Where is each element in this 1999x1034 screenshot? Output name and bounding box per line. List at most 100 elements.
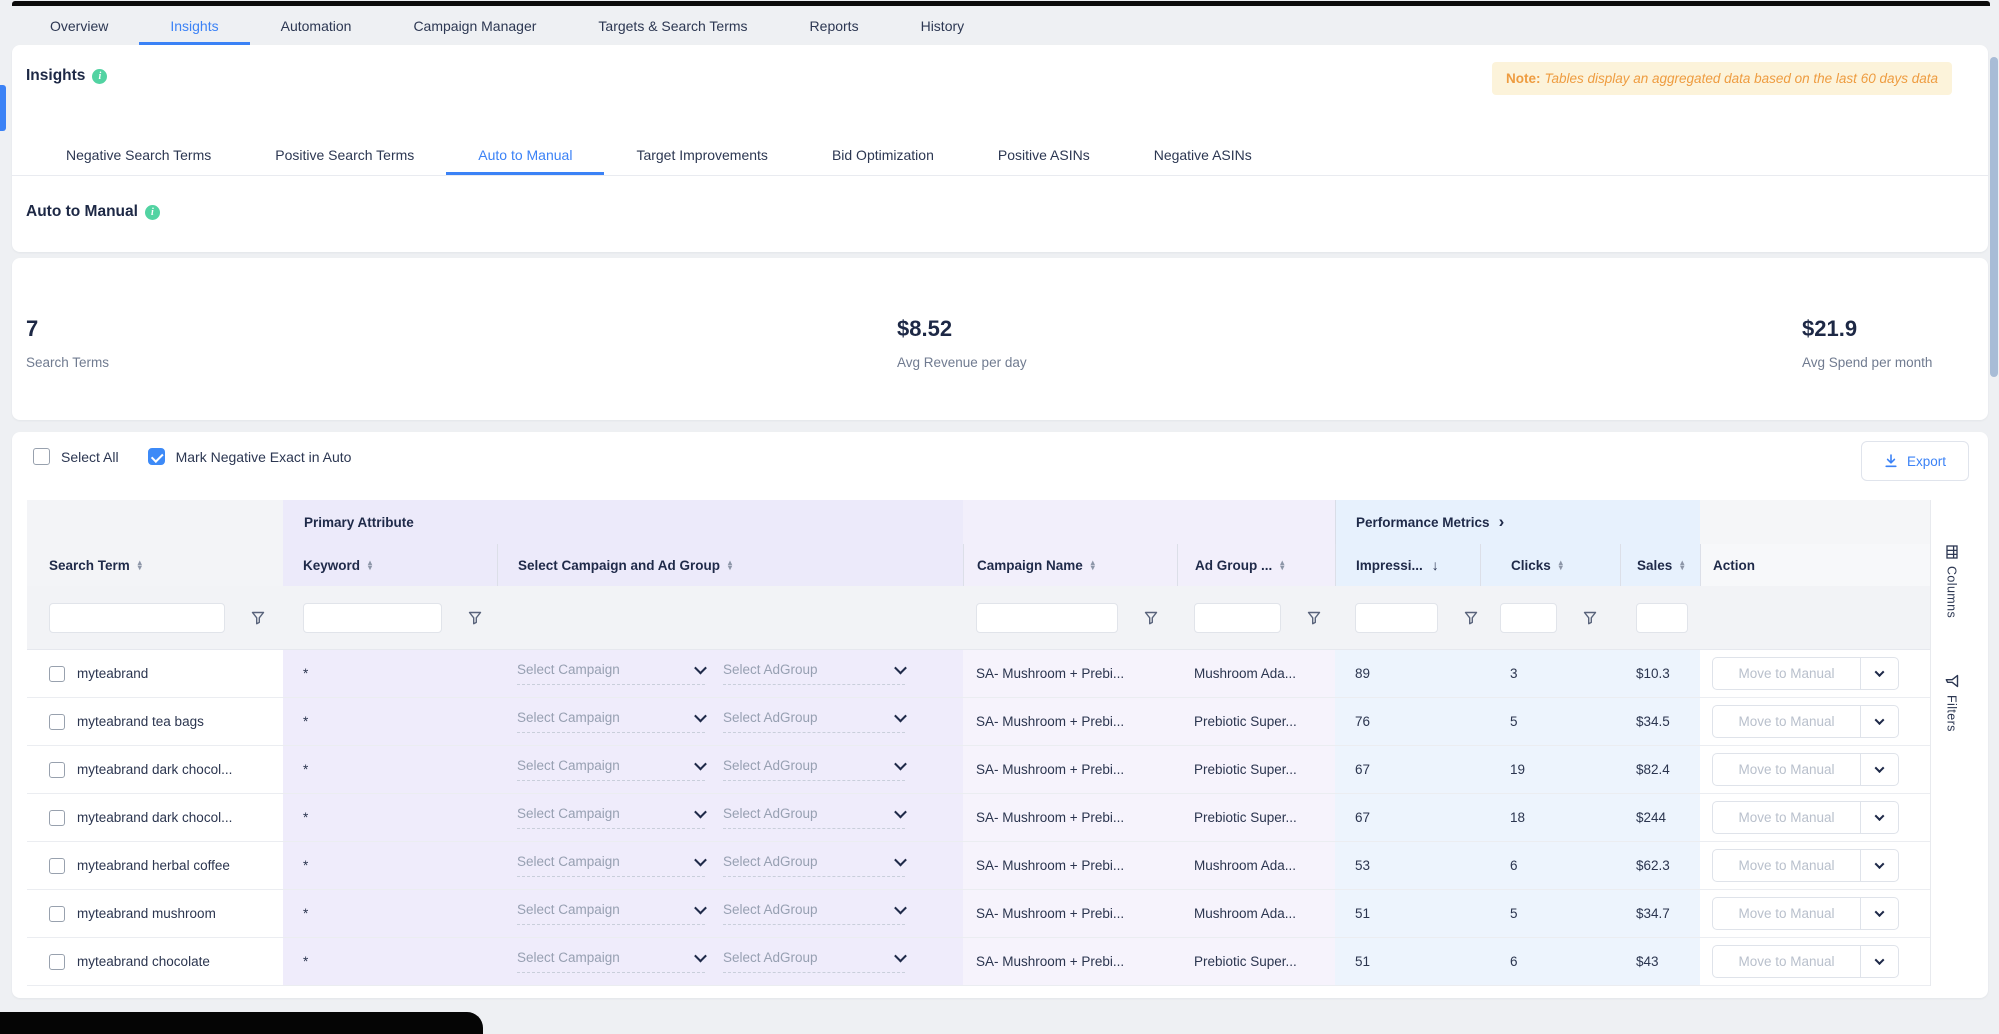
row-checkbox[interactable] — [49, 858, 65, 874]
tab-automation[interactable]: Automation — [250, 6, 383, 45]
select-campaign-dropdown[interactable]: Select Campaign — [517, 950, 705, 973]
chevron-down-icon — [694, 806, 707, 819]
action-dropdown-caret[interactable] — [1860, 898, 1898, 929]
info-icon[interactable]: i — [92, 69, 107, 84]
row-checkbox[interactable] — [49, 906, 65, 922]
action-dropdown-caret[interactable] — [1860, 658, 1898, 689]
move-to-manual-button[interactable]: Move to Manual — [1712, 849, 1899, 882]
select-campaign-dropdown[interactable]: Select Campaign — [517, 854, 705, 877]
row-checkbox[interactable] — [49, 714, 65, 730]
chevron-down-icon — [894, 662, 907, 675]
export-button[interactable]: Export — [1861, 441, 1969, 481]
chevron-down-icon — [894, 710, 907, 723]
insights-card: Insights i Note:Tables display an aggreg… — [12, 45, 1988, 252]
mark-negative-checkbox[interactable] — [148, 448, 165, 465]
move-to-manual-button[interactable]: Move to Manual — [1712, 945, 1899, 978]
info-icon[interactable]: i — [145, 205, 160, 220]
select-adgroup-dropdown[interactable]: Select AdGroup — [723, 662, 905, 685]
move-to-manual-button[interactable]: Move to Manual — [1712, 897, 1899, 930]
page-scrollbar-thumb[interactable] — [1990, 57, 1998, 377]
filter-funnel-icon[interactable] — [1583, 611, 1597, 625]
select-campaign-dropdown[interactable]: Select Campaign — [517, 902, 705, 925]
tab-overview[interactable]: Overview — [19, 6, 139, 45]
table-row: myteabrand * Select Campaign Select AdGr… — [27, 650, 1930, 698]
ad-group-filter-input[interactable] — [1194, 603, 1281, 633]
section-subtitle: Auto to Manual i — [26, 203, 160, 221]
chevron-down-icon — [694, 950, 707, 963]
action-dropdown-caret[interactable] — [1860, 802, 1898, 833]
tab-insights[interactable]: Insights — [139, 6, 249, 45]
select-adgroup-dropdown[interactable]: Select AdGroup — [723, 950, 905, 973]
sort-icon[interactable]: ▴▾ — [138, 560, 142, 570]
move-to-manual-button[interactable]: Move to Manual — [1712, 705, 1899, 738]
chevron-down-icon — [1875, 955, 1885, 965]
tab-reports[interactable]: Reports — [779, 6, 890, 45]
subtab-target-improvements[interactable]: Target Improvements — [604, 135, 800, 175]
search-term-filter-input[interactable] — [49, 603, 225, 633]
filter-funnel-icon[interactable] — [468, 611, 482, 625]
move-to-manual-button[interactable]: Move to Manual — [1712, 657, 1899, 690]
select-campaign-dropdown[interactable]: Select Campaign — [517, 710, 705, 733]
select-adgroup-dropdown[interactable]: Select AdGroup — [723, 758, 905, 781]
tab-history[interactable]: History — [890, 6, 996, 45]
search-term-value: myteabrand tea bags — [77, 714, 204, 729]
keyword-filter-input[interactable] — [303, 603, 442, 633]
filters-panel-toggle[interactable]: Filters — [1945, 674, 1959, 732]
subtab-bid-optimization[interactable]: Bid Optimization — [800, 135, 966, 175]
select-adgroup-dropdown[interactable]: Select AdGroup — [723, 854, 905, 877]
select-campaign-dropdown[interactable]: Select Campaign — [517, 758, 705, 781]
action-dropdown-caret[interactable] — [1860, 850, 1898, 881]
subtab-positive-search-terms[interactable]: Positive Search Terms — [243, 135, 446, 175]
group-performance-metrics[interactable]: Performance Metrics › — [1335, 500, 1700, 544]
stat-search-terms: 7 Search Terms — [26, 316, 109, 370]
campaign-name-value: SA- Mushroom + Prebi... — [976, 762, 1124, 777]
action-dropdown-caret[interactable] — [1860, 754, 1898, 785]
select-adgroup-dropdown[interactable]: Select AdGroup — [723, 902, 905, 925]
sort-icon[interactable]: ▴▾ — [368, 560, 372, 570]
filter-funnel-icon[interactable] — [1464, 611, 1478, 625]
row-checkbox[interactable] — [49, 666, 65, 682]
row-checkbox[interactable] — [49, 762, 65, 778]
filter-funnel-icon — [1945, 674, 1959, 688]
subtab-auto-to-manual[interactable]: Auto to Manual — [446, 135, 604, 175]
export-label: Export — [1907, 454, 1946, 469]
select-all-checkbox[interactable] — [33, 448, 50, 465]
sort-icon[interactable]: ▴▾ — [1559, 560, 1563, 570]
tab-campaign-manager[interactable]: Campaign Manager — [382, 6, 567, 45]
row-checkbox[interactable] — [49, 954, 65, 970]
filter-funnel-icon[interactable] — [1307, 611, 1321, 625]
subtab-positive-asins[interactable]: Positive ASINs — [966, 135, 1122, 175]
chevron-down-icon — [694, 758, 707, 771]
move-to-manual-button[interactable]: Move to Manual — [1712, 801, 1899, 834]
filter-funnel-icon[interactable] — [1144, 611, 1158, 625]
sort-icon[interactable]: ▴▾ — [728, 560, 732, 570]
sort-desc-icon[interactable]: ↓ — [1432, 557, 1439, 573]
action-dropdown-caret[interactable] — [1860, 946, 1898, 977]
impressions-value: 51 — [1355, 954, 1370, 969]
select-campaign-dropdown[interactable]: Select Campaign — [517, 662, 705, 685]
impressions-value: 53 — [1355, 858, 1370, 873]
table-side-rail: Columns Filters — [1930, 500, 1972, 986]
subtab-negative-asins[interactable]: Negative ASINs — [1122, 135, 1284, 175]
sales-filter-input[interactable] — [1636, 603, 1688, 633]
row-checkbox[interactable] — [49, 810, 65, 826]
columns-panel-label: Columns — [1945, 566, 1959, 618]
clicks-filter-input[interactable] — [1500, 603, 1557, 633]
sort-icon[interactable]: ▴▾ — [1091, 560, 1095, 570]
select-campaign-dropdown[interactable]: Select Campaign — [517, 806, 705, 829]
sort-icon[interactable]: ▴▾ — [1680, 560, 1684, 570]
sort-icon[interactable]: ▴▾ — [1280, 560, 1284, 570]
select-adgroup-dropdown[interactable]: Select AdGroup — [723, 710, 905, 733]
subtab-negative-search-terms[interactable]: Negative Search Terms — [34, 135, 243, 175]
action-dropdown-caret[interactable] — [1860, 706, 1898, 737]
tab-targets-search-terms[interactable]: Targets & Search Terms — [567, 6, 778, 45]
select-adgroup-dropdown[interactable]: Select AdGroup — [723, 806, 905, 829]
move-to-manual-button[interactable]: Move to Manual — [1712, 753, 1899, 786]
campaign-name-filter-input[interactable] — [976, 603, 1118, 633]
stat-label: Avg Revenue per day — [897, 355, 1027, 370]
columns-panel-toggle[interactable]: Columns — [1945, 545, 1959, 618]
impressions-filter-input[interactable] — [1355, 603, 1438, 633]
ad-group-value: Mushroom Ada... — [1194, 858, 1296, 873]
filter-funnel-icon[interactable] — [251, 611, 265, 625]
clicks-value: 3 — [1510, 666, 1518, 681]
